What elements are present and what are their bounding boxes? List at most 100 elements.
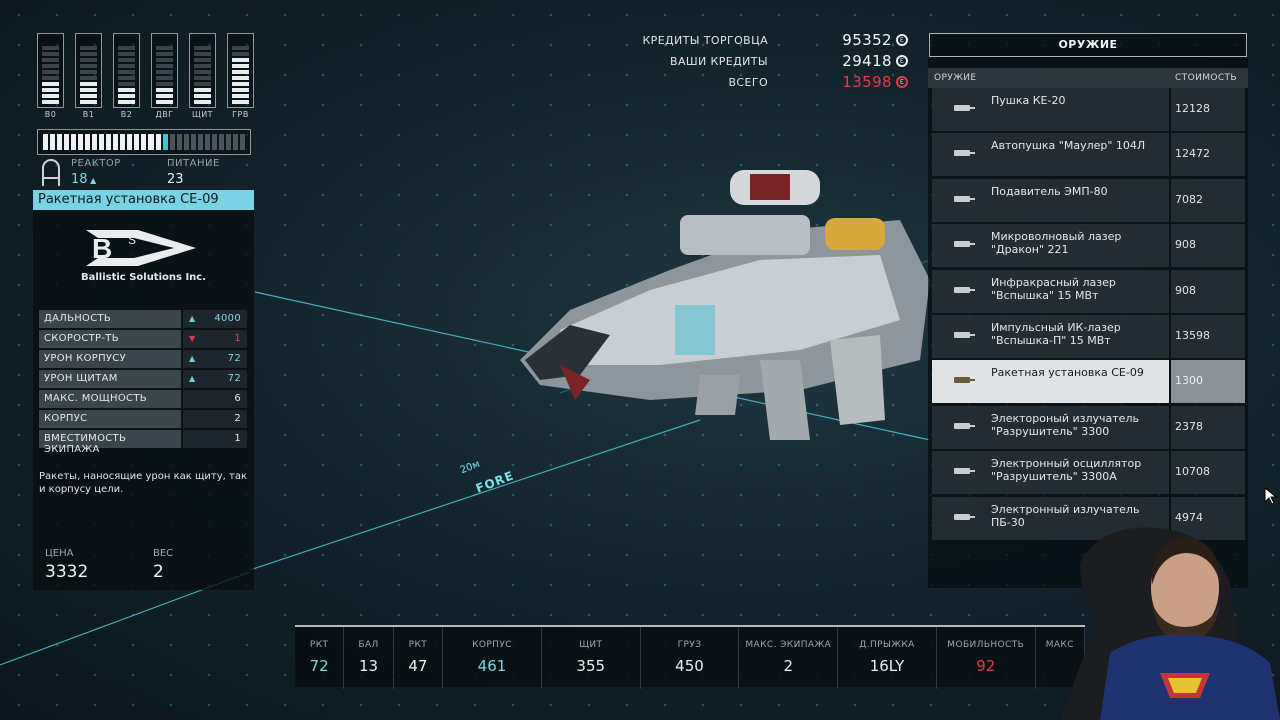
power-segment: [127, 134, 133, 150]
ship-model[interactable]: [500, 160, 940, 450]
power-segment: [232, 134, 238, 150]
webcam-overlay: [1060, 527, 1280, 720]
stat-value: 4000: [214, 313, 241, 324]
system-bar[interactable]: ГРВ: [227, 33, 254, 123]
shop-item-cost: 10708: [1171, 451, 1245, 495]
stat-row: УРОН ЩИТАМ ▲ 72: [39, 370, 247, 388]
bar-segment: [118, 58, 135, 62]
system-bar-label: ЩИТ: [191, 110, 214, 119]
bar-segment: [42, 46, 59, 50]
manufacturer-name: Ballistic Solutions Inc.: [80, 272, 207, 283]
shop-item-row[interactable]: Инфракрасный лазер "Вспышка" 15 МВт 908: [932, 269, 1246, 313]
stat-value-cell: ▼ 1: [183, 330, 247, 348]
ship-stat-cell: ГРУЗ 450: [641, 627, 740, 689]
shop-item-main[interactable]: Подавитель ЭМП-80: [932, 178, 1169, 222]
shop-item-cost: 7082: [1171, 178, 1245, 222]
shop-item-name: Микроволновый лазер "Дракон" 221: [991, 230, 1122, 257]
reactor-icon: [42, 159, 60, 186]
shop-item-main[interactable]: Автопушка "Маулер" 104Л: [932, 133, 1169, 177]
bar-segment: [156, 58, 173, 62]
system-bar-label: ГРВ: [232, 110, 249, 119]
bar-segment: [118, 70, 135, 74]
shop-item-row[interactable]: Электороный излучатель "Разрушитель" 330…: [932, 405, 1246, 449]
power-segment: [120, 134, 126, 150]
shop-item-name: Инфракрасный лазер "Вспышка" 15 МВт: [991, 275, 1116, 302]
ship-stat-cell: ЩИТ 355: [542, 627, 641, 689]
bar-segment: [156, 94, 173, 98]
power-segment: [155, 134, 161, 150]
weapon-thumbnail-icon: [954, 241, 975, 248]
weapon-title: Ракетная установка CE-09: [33, 190, 254, 210]
shop-item-main[interactable]: Инфракрасный лазер "Вспышка" 15 МВт: [932, 269, 1169, 313]
stat-name: МАКС. МОЩНОСТЬ: [39, 390, 181, 408]
shop-item-main[interactable]: Ракетная установка CE-09: [932, 360, 1169, 404]
ship-stat-value: 92: [976, 657, 996, 675]
system-bar-label: В1: [82, 110, 95, 119]
power-label: ПИТАНИЕ: [167, 158, 220, 169]
bar-segment: [194, 46, 211, 50]
shop-item-row[interactable]: Автопушка "Маулер" 104Л 12472: [932, 133, 1246, 177]
shop-item-main[interactable]: Импульсный ИК-лазер "Вспышка-П" 15 МВт: [932, 314, 1169, 358]
shop-item-row[interactable]: Подавитель ЭМП-80 7082: [932, 178, 1246, 222]
shop-item-row[interactable]: Пушка КЕ-20 12128: [932, 88, 1246, 131]
system-bar[interactable]: ЩИТ: [189, 33, 216, 123]
bar-segment: [156, 52, 173, 56]
bar-segment: [194, 88, 211, 92]
stat-value: 2: [234, 413, 241, 424]
bar-segment: [232, 76, 249, 80]
system-bar[interactable]: В2: [113, 33, 140, 123]
bar-segment: [232, 58, 249, 62]
bar-segment: [194, 76, 211, 80]
shop-item-cost: 2378: [1171, 405, 1245, 449]
bar-segment: [42, 88, 59, 92]
bar-segment: [156, 100, 173, 104]
ship-stat-label: ЩИТ: [579, 640, 603, 650]
ship-stat-label: ГРУЗ: [677, 640, 702, 650]
shop-item-name: Импульсный ИК-лазер "Вспышка-П" 15 МВт: [991, 320, 1121, 347]
system-bar[interactable]: В1: [75, 33, 102, 123]
bar-segment: [80, 64, 97, 68]
power-segment: [134, 134, 140, 150]
power-segment: [218, 134, 224, 150]
bar-segment: [232, 82, 249, 86]
shop-item-main[interactable]: Микроволновый лазер "Дракон" 221: [932, 224, 1169, 268]
shop-item-row[interactable]: Микроволновый лазер "Дракон" 221 908: [932, 224, 1246, 268]
bar-segment: [80, 52, 97, 56]
shop-item-main[interactable]: Пушка КЕ-20: [932, 88, 1169, 131]
shop-item-row[interactable]: Ракетная установка CE-09 1300: [932, 360, 1246, 404]
power-segment: [204, 134, 210, 150]
bar-segment: [80, 76, 97, 80]
bar-segment: [118, 52, 135, 56]
bar-segment: [118, 76, 135, 80]
shop-item-main[interactable]: Электороный излучатель "Разрушитель" 330…: [932, 405, 1169, 449]
bar-segment: [42, 58, 59, 62]
stat-value-cell: 6: [183, 390, 247, 408]
shop-item-name: Ракетная установка CE-09: [991, 366, 1144, 380]
stat-name: ДАЛЬНОСТЬ: [39, 310, 181, 328]
weapon-thumbnail-icon: [954, 150, 975, 157]
your-credits-value: 29418: [842, 52, 892, 70]
bar-segment: [80, 46, 97, 50]
bar-segment: [232, 100, 249, 104]
bar-segment: [156, 64, 173, 68]
stat-value: 72: [227, 373, 241, 384]
power-segment: [225, 134, 231, 150]
power-segment: [99, 134, 105, 150]
shop-item-row[interactable]: Импульсный ИК-лазер "Вспышка-П" 15 МВт 13…: [932, 314, 1246, 358]
tab-weapons[interactable]: ОРУЖИЕ: [929, 33, 1247, 57]
system-bar[interactable]: В0: [37, 33, 64, 123]
stat-row: КОРПУС 2: [39, 410, 247, 428]
shop-item-cost: 12128: [1171, 88, 1245, 131]
shop-item-row[interactable]: Электронный осциллятор "Разрушитель" 330…: [932, 451, 1246, 495]
shop-item-cost: 12472: [1171, 133, 1245, 177]
shop-item-cost: 908: [1171, 269, 1245, 313]
system-bar-level: [37, 33, 64, 108]
shop-item-main[interactable]: Электронный осциллятор "Разрушитель" 330…: [932, 451, 1169, 495]
shop-item-name: Электороный излучатель "Разрушитель" 330…: [991, 411, 1139, 438]
system-bar[interactable]: ДВГ: [151, 33, 178, 123]
bar-segment: [42, 64, 59, 68]
bar-segment: [118, 88, 135, 92]
svg-text:B: B: [92, 233, 112, 264]
power-segment: [113, 134, 119, 150]
weapon-thumbnail-icon: [954, 105, 975, 111]
